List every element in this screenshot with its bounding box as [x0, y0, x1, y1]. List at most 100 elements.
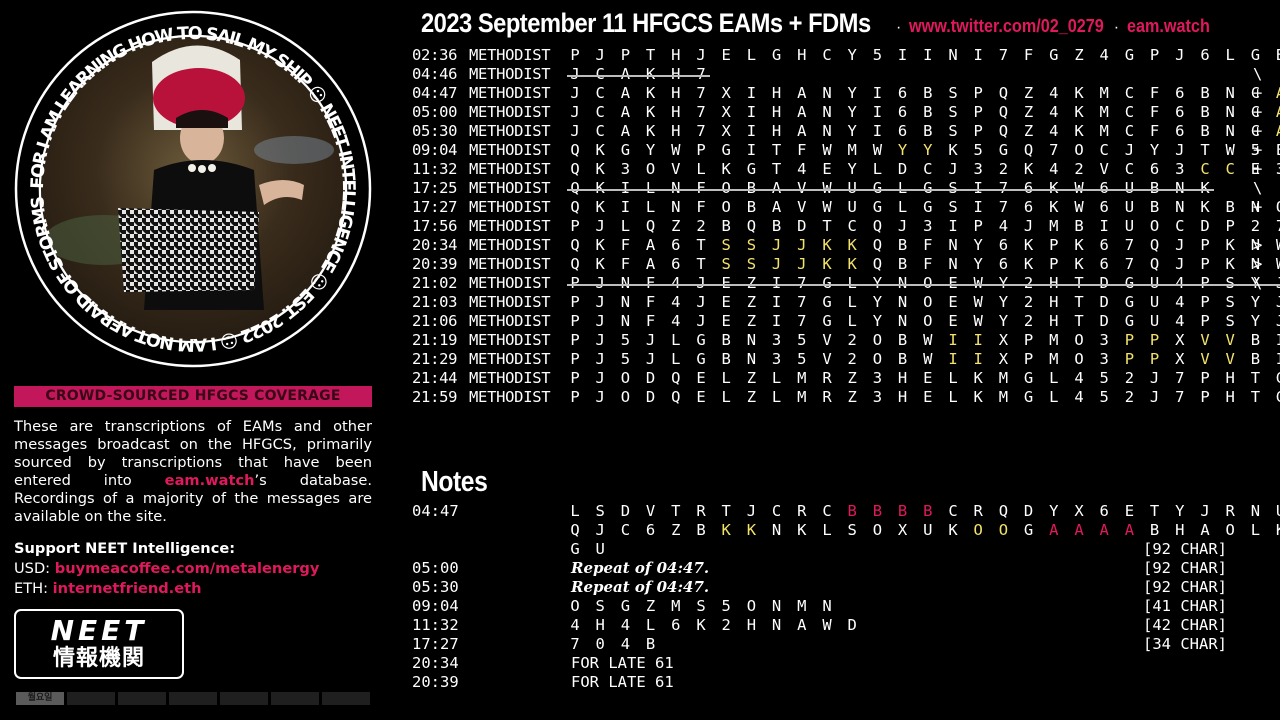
- eam-char: Y: [1149, 141, 1160, 159]
- eam-char: N: [620, 312, 631, 330]
- note-char: O: [872, 521, 883, 539]
- eam-char: J: [897, 217, 908, 235]
- eam-char: S: [948, 103, 958, 121]
- note-time: 05:00: [412, 559, 459, 577]
- eam-char: Q: [746, 217, 757, 235]
- eam-char: G: [1250, 46, 1261, 64]
- eam-char: B: [923, 122, 933, 140]
- eam-char: W: [1225, 141, 1235, 159]
- eam-char: K: [1074, 236, 1084, 254]
- eam-station: METHODIST: [469, 293, 551, 311]
- note-char: L: [645, 616, 656, 634]
- twitter-link[interactable]: www.twitter.com/02_0279: [909, 16, 1104, 37]
- eam-char: 7: [1124, 255, 1135, 273]
- eam-char: 5: [1099, 369, 1109, 387]
- eam-char: 7: [696, 84, 706, 102]
- eam-char: 6: [1099, 198, 1109, 216]
- eam-char: 7: [1175, 369, 1185, 387]
- eam-char: 6: [1200, 46, 1210, 64]
- eam-char: 2: [696, 217, 706, 235]
- eam-char: P: [1149, 46, 1160, 64]
- note-char: H: [1175, 521, 1185, 539]
- eam-char: M: [998, 369, 1009, 387]
- eth-address-link[interactable]: internetfriend.eth: [53, 580, 202, 597]
- eam-char: N: [1225, 84, 1235, 102]
- eam-char: S: [948, 122, 958, 140]
- eam-char: T: [645, 46, 656, 64]
- eam-watch-header-link[interactable]: eam.watch: [1127, 16, 1210, 37]
- eam-char: G: [872, 198, 883, 216]
- eam-char: D: [1200, 217, 1210, 235]
- eam-char: 2: [1250, 217, 1261, 235]
- eam-char: I: [746, 141, 757, 159]
- separator-dot: ·: [895, 19, 902, 36]
- note-text: FOR LATE 61: [571, 654, 674, 672]
- note-char: A: [1200, 521, 1210, 539]
- eam-separator: +: [1253, 141, 1263, 159]
- eam-char: K: [1023, 255, 1034, 273]
- note-char: B: [923, 502, 933, 520]
- eam-char: C: [595, 84, 605, 102]
- eam-char: X: [1175, 331, 1185, 349]
- eam-char: C: [1124, 160, 1135, 178]
- eam-separator: +: [1253, 198, 1263, 216]
- note-time: 20:34: [412, 654, 459, 672]
- eam-time: 11:32: [412, 160, 458, 178]
- eam-char: C: [1200, 160, 1210, 178]
- eam-time: 21:59: [412, 388, 458, 406]
- eam-char: Y: [872, 293, 883, 311]
- eam-char: W: [973, 293, 983, 311]
- eam-char: L: [696, 160, 706, 178]
- eam-char: I: [923, 46, 933, 64]
- eam-char: E: [822, 160, 832, 178]
- eam-char: Z: [1074, 46, 1084, 64]
- eam-station: METHODIST: [469, 312, 551, 330]
- eam-char: H: [671, 103, 681, 121]
- eam-char: L: [872, 160, 883, 178]
- eam-time: 20:39: [412, 255, 458, 273]
- eam-char: T: [771, 141, 782, 159]
- buymeacoffee-link[interactable]: buymeacoffee.com/metalenergy: [55, 560, 320, 577]
- note-char: 4: [620, 635, 631, 653]
- eam-char: Z: [746, 369, 757, 387]
- eam-char: X: [721, 84, 731, 102]
- eam-char: D: [897, 160, 908, 178]
- note-char: L: [570, 502, 580, 520]
- eam-char: L: [771, 369, 782, 387]
- neet-intelligence-badge: FOR I AM LEARNING HOW TO SAIL MY SHIP ☺ …: [14, 10, 372, 368]
- eam-char: G: [696, 350, 706, 368]
- eam-char: L: [671, 331, 681, 349]
- note-text: Repeat of 04:47.: [571, 559, 710, 577]
- eam-char: P: [1200, 293, 1210, 311]
- eam-time: 17:56: [412, 217, 458, 235]
- eam-char: N: [671, 198, 681, 216]
- eam-char: Y: [645, 141, 656, 159]
- eam-char: N: [1225, 103, 1235, 121]
- eam-char: K: [595, 160, 605, 178]
- eam-char: K: [721, 160, 731, 178]
- note-char: K: [746, 521, 757, 539]
- eam-char: J: [570, 122, 580, 140]
- eam-char: N: [948, 46, 958, 64]
- eam-char: Q: [998, 122, 1009, 140]
- char-count: [34 CHAR]: [1143, 635, 1227, 653]
- eam-char: M: [1099, 122, 1109, 140]
- eam-char: 5: [797, 350, 807, 368]
- eam-char: G: [1124, 312, 1135, 330]
- eam-watch-link[interactable]: eam.watch: [165, 472, 255, 489]
- eam-char: K: [1074, 255, 1084, 273]
- eam-char: M: [797, 369, 807, 387]
- eam-char: K: [1023, 236, 1034, 254]
- eam-char: G: [822, 312, 832, 330]
- eam-char: M: [998, 388, 1009, 406]
- eam-char: J: [1149, 369, 1160, 387]
- eam-char: E: [948, 293, 958, 311]
- eam-char: X: [998, 331, 1009, 349]
- eam-char: F: [620, 236, 631, 254]
- eam-char: H: [771, 122, 782, 140]
- eam-char: E: [696, 369, 706, 387]
- eam-char: B: [1200, 122, 1210, 140]
- note-char: H: [746, 616, 757, 634]
- note-char: U: [595, 540, 605, 558]
- note-char: O: [998, 521, 1009, 539]
